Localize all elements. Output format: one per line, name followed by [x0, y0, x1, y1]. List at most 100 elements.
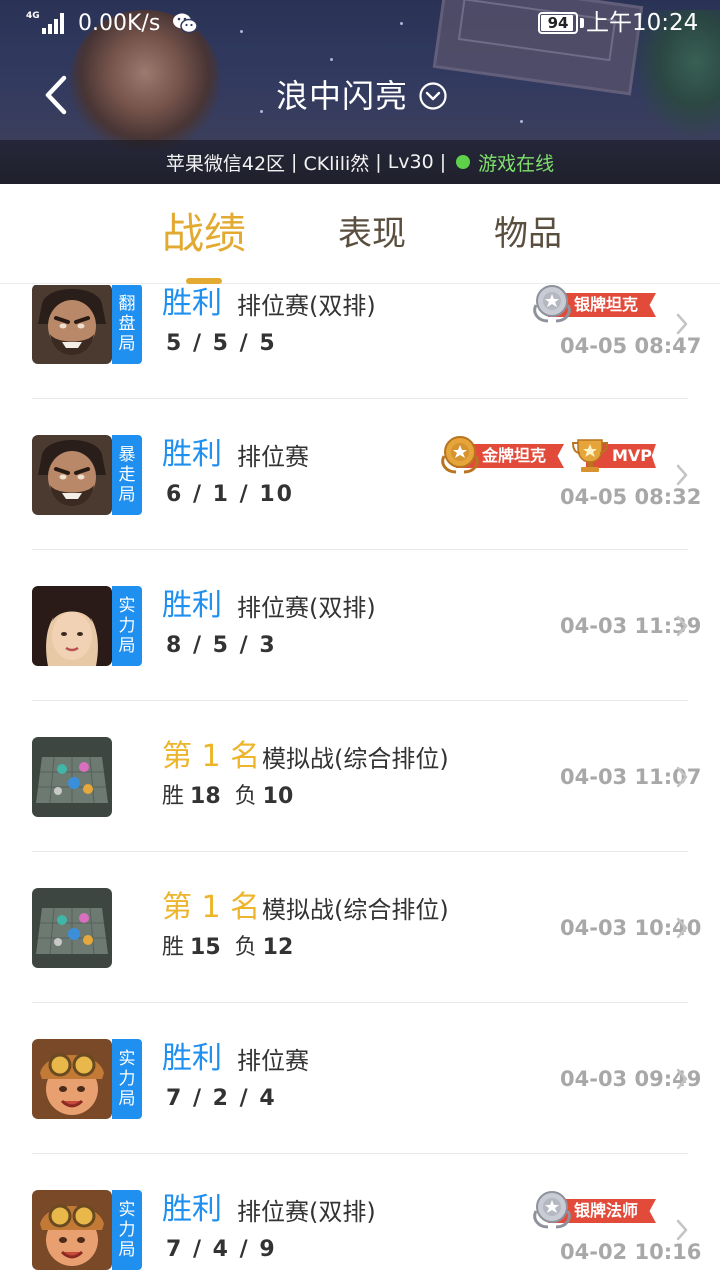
mode-tag: 实力局	[112, 1039, 142, 1119]
background-star	[520, 120, 523, 123]
mode-tag-char: 局	[118, 485, 136, 505]
win-label: 胜	[162, 784, 185, 809]
lose-label: 负	[234, 935, 257, 960]
hero-avatar	[32, 285, 112, 364]
chevron-right-icon	[676, 1068, 688, 1090]
player-level: Lv30	[387, 151, 434, 173]
kda: 7 / 2 / 4	[166, 1086, 277, 1111]
mode-tag-char: 局	[118, 1089, 136, 1109]
match-row[interactable]: 暴走局胜利 排位赛 6 / 1 / 10 04-05 08:32 MVP 金牌坦克	[0, 399, 720, 550]
mode-tag-char: 翻	[118, 294, 136, 314]
match-type: 排位赛	[237, 1047, 309, 1075]
mvp-badge: MVP	[570, 434, 656, 474]
mode-tag-char: 局	[118, 1240, 136, 1260]
match-row[interactable]: 翻盘局胜利 排位赛(双排) 5 / 5 / 5 04-05 08:47 银牌坦克	[0, 285, 720, 399]
medal-icon	[532, 1189, 572, 1229]
server-name: 苹果微信42区	[165, 152, 286, 175]
hero-avatar	[32, 1039, 112, 1119]
match-result: 胜利	[162, 286, 222, 321]
mode-tag-char: 实	[118, 1200, 136, 1220]
hero-avatar	[32, 435, 112, 515]
tab-label: 物品	[494, 214, 562, 254]
separator: |	[439, 151, 447, 173]
hero-avatar	[32, 888, 112, 968]
match-time: 04-02 10:16	[560, 1240, 702, 1264]
chevron-right-icon	[676, 313, 688, 335]
mode-tag-char: 盘	[118, 314, 136, 334]
match-type: 排位赛(双排)	[237, 594, 376, 622]
tab-label: 战绩	[161, 209, 246, 258]
tab-records[interactable]: 战绩	[148, 184, 260, 284]
tab-items[interactable]: 物品	[482, 184, 574, 284]
chevron-right-icon	[676, 766, 688, 788]
kda: 6 / 1 / 10	[166, 482, 294, 507]
battery-tip	[580, 18, 584, 28]
match-result: 胜利	[162, 588, 222, 623]
match-row[interactable]: 第 1 名模拟战(综合排位) 胜 18 负 10 04-03 11:07	[0, 701, 720, 852]
lose-label: 负	[234, 784, 257, 809]
separator: |	[375, 151, 382, 173]
match-type: 排位赛(双排)	[237, 292, 376, 320]
chevron-right-icon	[676, 1219, 688, 1241]
network-speed: 0.00K/s	[78, 11, 161, 36]
lose-count: 10	[262, 784, 294, 809]
match-row[interactable]: 实力局胜利 排位赛(双排) 8 / 5 / 3 04-03 11:39	[0, 550, 720, 701]
win-lose-stats: 胜 15 负 12	[162, 934, 307, 962]
trophy-icon	[570, 434, 610, 474]
mode-tag-char: 局	[118, 636, 136, 656]
match-time: 04-05 08:47	[560, 334, 702, 358]
mode-tag: 实力局	[112, 1190, 142, 1270]
online-status: 游戏在线	[478, 152, 555, 175]
kda: 8 / 5 / 3	[166, 633, 277, 658]
background-star	[330, 58, 333, 61]
chevron-right-icon	[676, 917, 688, 939]
battery-icon: 94	[538, 12, 578, 34]
mode-tag-char: 暴	[118, 445, 136, 465]
battery-level: 94	[547, 14, 569, 32]
match-type: 排位赛(双排)	[237, 1198, 376, 1226]
match-row[interactable]: 实力局胜利 排位赛(双排) 7 / 4 / 9 04-02 10:16 银牌法师	[0, 1154, 720, 1280]
match-row[interactable]: 第 1 名模拟战(综合排位) 胜 15 负 12 04-03 10:40	[0, 852, 720, 1003]
match-result: 第 1 名	[162, 890, 261, 925]
medal-icon	[532, 285, 572, 323]
mode-tag: 实力局	[112, 586, 142, 666]
background-star	[260, 110, 263, 113]
chevron-right-icon	[676, 615, 688, 637]
silver-medal-badge: 银牌法师	[532, 1189, 656, 1229]
mode-tag: 翻盘局	[112, 285, 142, 364]
lose-count: 12	[262, 935, 294, 960]
match-row[interactable]: 实力局胜利 排位赛 7 / 2 / 4 04-03 09:49	[0, 1003, 720, 1154]
chevron-down-circle-icon	[419, 82, 447, 110]
hero-avatar	[32, 737, 112, 817]
win-count: 15	[190, 935, 221, 960]
tab-performance[interactable]: 表现	[326, 184, 418, 284]
match-result: 胜利	[162, 1192, 222, 1227]
player-info-bar: 苹果微信42区 | CKlili然 | Lv30 | 游戏在线	[0, 140, 720, 184]
signal-icon	[38, 12, 64, 34]
win-lose-stats: 胜 18 负 10	[162, 783, 307, 811]
mode-tag-char: 力	[118, 616, 136, 636]
mode-tag-char: 实	[118, 596, 136, 616]
tab-bar: 战绩 表现 物品	[0, 184, 720, 284]
silver-medal-badge: 银牌坦克	[532, 285, 656, 323]
match-list[interactable]: 翻盘局胜利 排位赛(双排) 5 / 5 / 5 04-05 08:47 银牌坦克暴走局胜…	[0, 285, 720, 1280]
account-switcher[interactable]: 浪中闪亮	[276, 74, 448, 118]
player-name: CKlili然	[303, 152, 370, 175]
mode-tag-char: 实	[118, 1049, 136, 1069]
page-title: 浪中闪亮	[276, 77, 409, 115]
profile-header: 4G 0.00K/s 94 上午10:24 浪中闪亮 苹果微信42区 | CKl…	[0, 0, 720, 184]
back-icon[interactable]	[36, 70, 80, 120]
mode-tag: 暴走局	[112, 435, 142, 515]
tab-label: 表现	[338, 214, 406, 254]
mode-tag-char: 局	[118, 334, 136, 354]
win-label: 胜	[162, 935, 185, 960]
match-type: 模拟战(综合排位)	[262, 745, 449, 773]
active-tab-indicator	[186, 278, 222, 284]
match-type: 模拟战(综合排位)	[262, 896, 449, 924]
kda: 5 / 5 / 5	[166, 331, 277, 356]
gold-medal-badge: 金牌坦克	[440, 434, 564, 474]
mode-tag-char: 力	[118, 1220, 136, 1240]
online-indicator	[456, 155, 471, 169]
hero-avatar	[32, 1190, 112, 1270]
kda: 7 / 4 / 9	[166, 1237, 277, 1262]
